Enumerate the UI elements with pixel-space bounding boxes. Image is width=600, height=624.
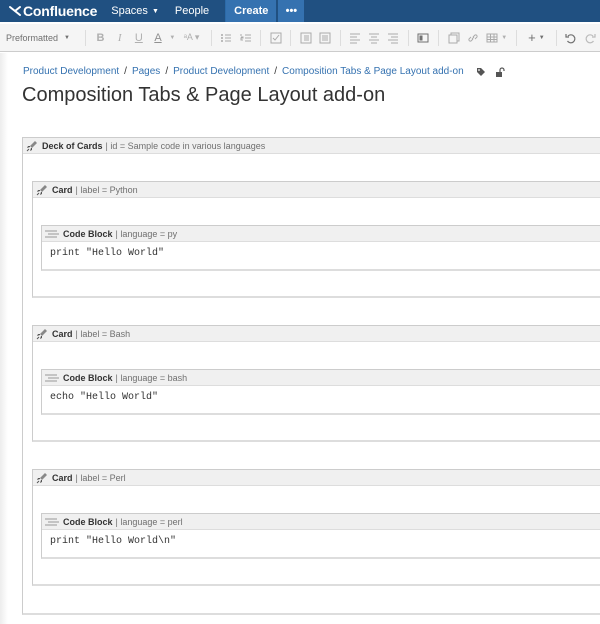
macro-name: Deck of Cards <box>42 140 103 151</box>
chevron-down-icon[interactable]: ▼ <box>168 28 178 48</box>
rocket-icon <box>36 328 47 339</box>
toolbar-divider <box>339 29 341 46</box>
macro-name: Card <box>52 328 73 339</box>
numbered-list-icon[interactable] <box>236 28 255 48</box>
create-button[interactable]: Create <box>225 0 277 22</box>
align-left-icon[interactable] <box>345 28 364 48</box>
macro-name: Card <box>52 184 73 195</box>
top-navigation: Confluence Spaces ▼ People Create ••• <box>0 0 600 22</box>
breadcrumb-link[interactable]: Product Development <box>173 66 269 77</box>
code-content[interactable]: print "Hello World" <box>42 242 600 265</box>
breadcrumb-separator: / <box>124 66 127 77</box>
table-icon[interactable]: ▼ <box>482 28 511 48</box>
macro-params: | language = perl <box>115 516 183 527</box>
macro-params: | language = bash <box>115 372 188 383</box>
unlock-icon[interactable] <box>495 66 505 77</box>
toolbar-divider <box>210 29 212 46</box>
breadcrumb-separator: / <box>274 66 278 77</box>
paragraph-format-dropdown[interactable]: Preformatted ▼ <box>6 33 70 43</box>
code-block-icon <box>45 230 59 237</box>
macro-name: Code Block <box>63 228 113 239</box>
indent-icon[interactable] <box>315 28 334 48</box>
rocket-icon <box>36 472 47 483</box>
macro-params: | id = Sample code in various languages <box>105 140 266 151</box>
macro-params: | label = Perl <box>75 472 126 483</box>
code-block-macro[interactable]: Code Block | language = bash echo "Hello… <box>41 369 600 415</box>
people-label: People <box>174 5 210 17</box>
rocket-icon <box>26 140 37 151</box>
toolbar-divider <box>407 29 409 46</box>
macro-name: Code Block <box>63 372 113 383</box>
text-style-icon[interactable]: ᵃA ▾ <box>177 28 206 48</box>
code-content[interactable]: echo "Hello World" <box>42 386 600 409</box>
breadcrumb-link[interactable]: Pages <box>132 66 160 77</box>
code-block-macro[interactable]: Code Block | language = perl print "Hell… <box>41 513 600 559</box>
text-color-icon[interactable]: A <box>148 28 167 48</box>
chevron-down-icon: ▼ <box>64 34 70 41</box>
people-link[interactable]: People <box>175 5 209 17</box>
editor-toolbar: Preformatted ▼ B I U A ▼ ᵃA ▾ ▼ + ▼ <box>0 24 600 52</box>
chevron-down-icon: ▼ <box>151 7 159 15</box>
breadcrumb-separator: / <box>165 66 169 77</box>
macro-params: | language = py <box>115 228 178 239</box>
toolbar-divider <box>84 29 86 46</box>
align-right-icon[interactable] <box>384 28 403 48</box>
breadcrumb-link[interactable]: Product Development <box>23 66 119 77</box>
macro-header[interactable]: Card | label = Bash <box>33 326 600 342</box>
bullet-list-icon[interactable] <box>217 28 236 48</box>
confluence-logo[interactable]: Confluence <box>8 3 97 19</box>
code-block-icon <box>45 374 59 381</box>
toolbar-divider <box>260 29 262 46</box>
redo-icon[interactable] <box>581 28 600 48</box>
macro-name: Card <box>52 472 73 483</box>
task-list-icon[interactable] <box>266 28 285 48</box>
italic-icon[interactable]: I <box>110 28 129 48</box>
template-icon[interactable] <box>444 28 463 48</box>
label-tag-icon[interactable] <box>476 67 486 77</box>
confluence-logo-icon <box>9 6 21 16</box>
rocket-icon <box>36 184 47 195</box>
macro-params: | label = Bash <box>75 328 131 339</box>
page-title[interactable]: Composition Tabs & Page Layout add-on <box>22 84 385 107</box>
macro-header[interactable]: Card | label = Perl <box>33 470 600 486</box>
breadcrumb-link[interactable]: Composition Tabs & Page Layout add-on <box>282 66 464 77</box>
macro-name: Code Block <box>63 516 113 527</box>
bold-icon[interactable]: B <box>91 28 110 48</box>
page-layout-icon[interactable] <box>414 28 433 48</box>
undo-icon[interactable] <box>562 28 581 48</box>
toolbar-divider <box>438 29 439 46</box>
spaces-label: Spaces <box>111 5 148 17</box>
logo-text: Confluence <box>23 3 98 19</box>
code-content[interactable]: print "Hello World\n" <box>42 530 600 553</box>
toolbar-divider <box>555 29 557 46</box>
outdent-icon[interactable] <box>296 28 315 48</box>
macro-header[interactable]: Card | label = Python <box>33 182 600 198</box>
insert-icon[interactable]: + ▼ <box>522 28 551 48</box>
breadcrumb: Product Development / Pages / Product De… <box>23 66 505 77</box>
editor-left-shadow <box>0 53 8 624</box>
macro-header[interactable]: Deck of Cards | id = Sample code in vari… <box>23 138 600 154</box>
more-options-button[interactable]: ••• <box>278 0 305 22</box>
toolbar-divider <box>516 29 517 46</box>
macro-header[interactable]: Code Block | language = py <box>42 226 600 242</box>
link-icon[interactable] <box>463 28 482 48</box>
macro-params: | label = Python <box>75 184 138 195</box>
align-center-icon[interactable] <box>365 28 384 48</box>
spaces-menu[interactable]: Spaces ▼ <box>111 5 159 17</box>
macro-header[interactable]: Code Block | language = perl <box>42 514 600 530</box>
underline-icon[interactable]: U <box>129 28 148 48</box>
code-block-icon <box>45 518 59 525</box>
macro-header[interactable]: Code Block | language = bash <box>42 370 600 386</box>
toolbar-divider <box>290 29 292 46</box>
format-label: Preformatted <box>6 32 59 43</box>
code-block-macro[interactable]: Code Block | language = py print "Hello … <box>41 225 600 271</box>
